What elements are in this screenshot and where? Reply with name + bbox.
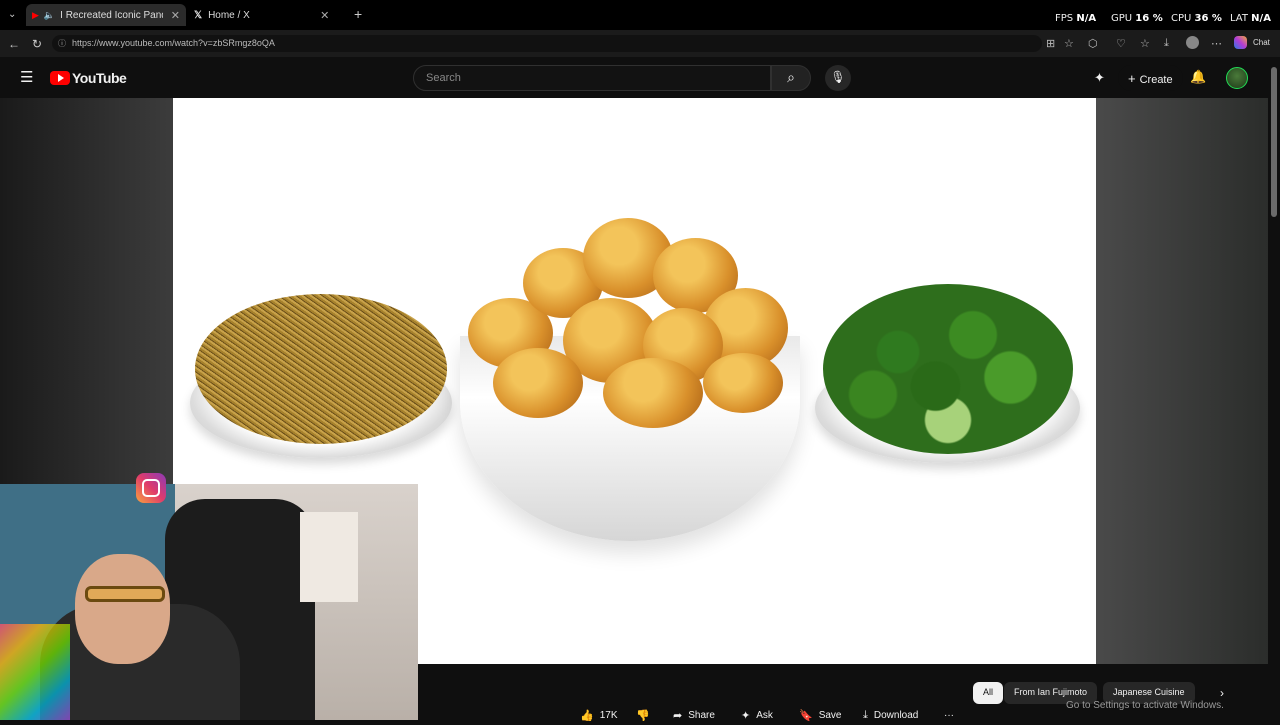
split-screen-icon[interactable]: ⊞ [1046,37,1055,50]
account-avatar[interactable] [1226,67,1248,89]
hud-gpu: GPU 16 % [1111,13,1163,24]
orange-chicken-piece [493,348,583,418]
hud-cpu: CPU 36 % [1171,13,1222,24]
super-greens-broccoli-image [823,284,1073,454]
chip-label: Japanese Cuisine [1113,687,1185,697]
streamer-glasses [85,586,165,602]
ask-label: Ask [756,709,773,721]
downloads-icon[interactable]: ⤓ [1164,37,1169,50]
search-button[interactable]: ⌕ [771,65,811,91]
favorite-star-icon[interactable]: ☆ [1064,37,1074,50]
hud-fps: FPS N/A [1055,13,1097,24]
hamburger-menu-icon[interactable]: ☰ [20,68,33,86]
search-icon: ⌕ [787,69,795,85]
youtube-favicon-icon: ▶ [32,9,39,20]
ambient-glow-right [1096,98,1268,664]
like-button[interactable]: 👍 17K [580,705,618,725]
chow-mein-noodles-image [195,294,447,444]
dislike-button[interactable]: 👎 [636,705,656,725]
wall-poster [300,512,358,602]
more-actions-label: ··· [944,709,954,721]
profile-icon[interactable] [1186,36,1199,49]
more-menu-icon[interactable]: ⋯ [1211,37,1222,50]
chip-all[interactable]: All [973,682,1004,704]
hud-lat: LAT N/A [1230,13,1271,24]
browser-address-bar: ← ↻ ⓘ https://www.youtube.com/watch?v=zb… [0,30,1280,57]
webcam-overlay [0,484,418,720]
instagram-icon [136,473,166,503]
orange-chicken-piece [703,353,783,413]
tab-close-icon[interactable]: ✕ [171,9,180,22]
search-input[interactable]: Search [413,65,771,91]
rgb-keyboard [0,624,70,720]
chips-next-chevron-icon[interactable]: › [1220,686,1224,700]
browser-tab-bar: ⌄ ▶ 🔈 I Recreated Iconic Panda Exp ✕ 𝕏 H… [0,0,1280,30]
site-info-icon[interactable]: ⓘ [58,38,66,49]
like-count: 17K [599,709,618,721]
tab-x-home[interactable]: 𝕏 Home / X ✕ [188,4,348,26]
notifications-bell-icon[interactable]: 🔔 [1190,69,1206,85]
chat-label[interactable]: Chat [1253,38,1270,47]
collections-icon[interactable]: ☆ [1140,37,1150,50]
microphone-icon: 🎙 [830,70,846,84]
reload-icon[interactable]: ↻ [32,37,42,51]
ambient-glow-left [0,98,173,488]
tab-close-icon[interactable]: ✕ [320,9,329,22]
video-actions-bar: All From Ian Fujimoto Japanese Cuisine ›… [418,664,1268,722]
orange-chicken-piece [603,358,703,428]
tab-label: Home / X [208,9,250,21]
create-label: Create [1139,74,1173,86]
url-field[interactable]: ⓘ https://www.youtube.com/watch?v=zbSRmg… [52,35,1042,52]
share-button[interactable]: ➦ Share [673,705,715,725]
more-actions-button[interactable]: ··· [944,705,954,725]
youtube-logo-text: YouTube [72,70,127,86]
voice-search-button[interactable]: 🎙 [825,65,851,91]
page-scrollbar[interactable] [1268,57,1280,720]
chat-bubble-icon[interactable]: ✦ [1094,70,1105,86]
back-arrow-icon[interactable]: ← [8,37,20,51]
youtube-play-logo-icon [50,71,70,85]
tab-youtube-video[interactable]: ▶ 🔈 I Recreated Iconic Panda Exp ✕ [26,4,186,26]
windows-activation-notice: Go to Settings to activate Windows. [1066,700,1224,711]
tab-list-chevron-icon[interactable]: ⌄ [8,9,16,20]
streamer-head [75,554,170,664]
url-text: https://www.youtube.com/watch?v=zbSRmgz8… [72,38,275,48]
youtube-header: ☰ YouTube Search ⌕ 🎙 ✦ + Create 🔔 [0,57,1268,98]
speaker-icon[interactable]: 🔈 [44,10,55,21]
youtube-logo[interactable]: YouTube [50,70,127,86]
share-label: Share [688,709,715,721]
browser-essentials-icon[interactable]: ♡ [1116,37,1126,50]
copilot-icon[interactable] [1234,36,1247,49]
chip-label: All [983,687,994,697]
chip-label: From Ian Fujimoto [1014,687,1088,697]
create-button[interactable]: + Create [1118,65,1183,91]
ask-button[interactable]: ✦ Ask [741,705,773,725]
save-button[interactable]: 🔖 Save [799,705,842,725]
plus-icon: + [1128,71,1136,86]
download-label: Download [873,709,919,721]
new-tab-button[interactable]: + [354,6,362,22]
tab-label: I Recreated Iconic Panda Exp [60,9,163,21]
scrollbar-thumb[interactable] [1271,67,1277,217]
x-favicon-icon: 𝕏 [194,9,203,21]
download-button[interactable]: ⤓ Download [863,705,918,725]
save-label: Save [818,709,842,721]
extensions-icon[interactable]: ⬡ [1088,37,1098,50]
